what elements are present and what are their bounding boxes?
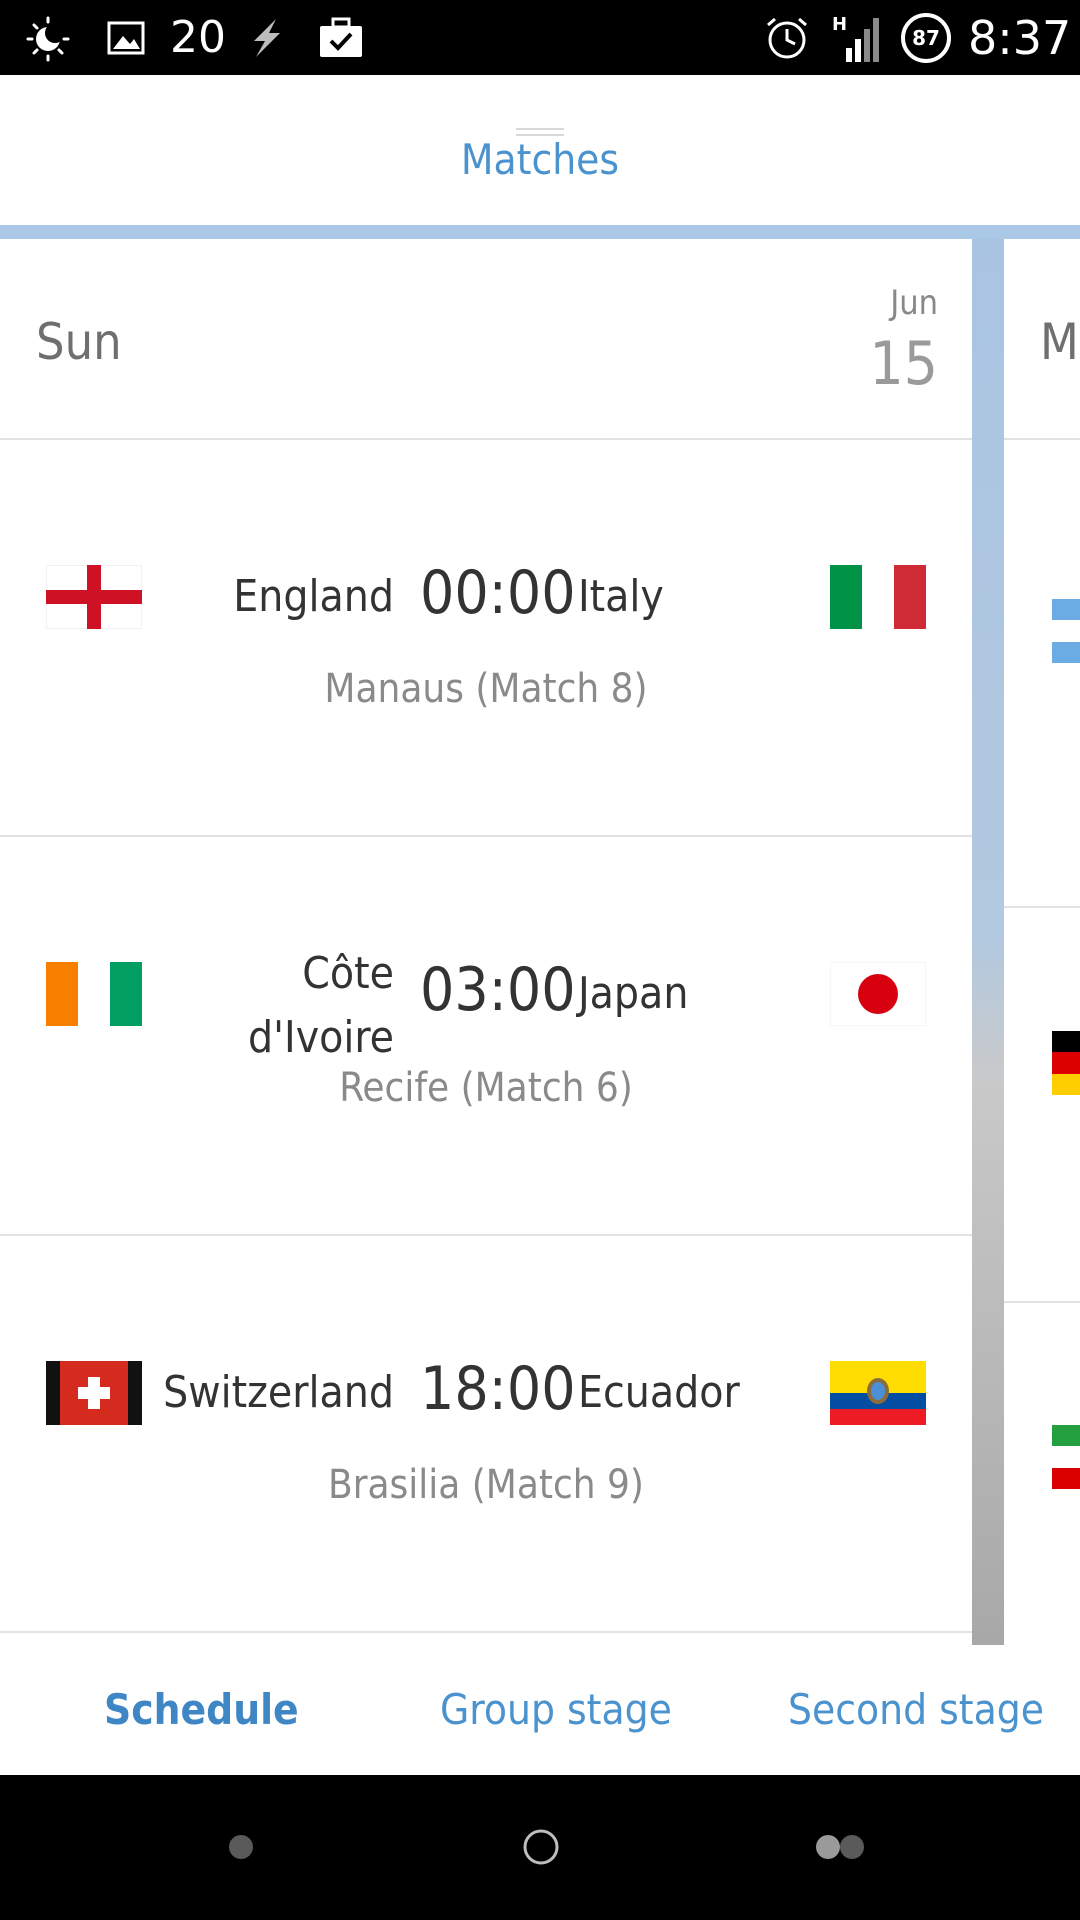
tab-group-stage[interactable]: Group stage: [440, 1685, 672, 1734]
italy-flag-icon: [830, 565, 926, 629]
page-title: Matches: [460, 135, 620, 184]
clock: 8:37: [968, 10, 1072, 65]
header-divider: [0, 225, 1080, 239]
tab-second-stage[interactable]: Second stage: [788, 1685, 1044, 1734]
home-button[interactable]: [516, 1822, 566, 1872]
kickoff-time: 03:00: [420, 955, 576, 1025]
away-team: Ecuador: [578, 1367, 740, 1418]
weather-icon: [24, 0, 76, 75]
away-team: Japan: [578, 968, 689, 1019]
navigation-bar: [0, 1775, 1080, 1920]
cote-divoire-flag-icon: [46, 962, 142, 1026]
match-venue: Brasilia (Match 9): [328, 1462, 644, 1508]
england-flag-icon: [46, 565, 142, 629]
bottom-tabs: Schedule Group stage Second stage: [0, 1645, 1080, 1775]
divider: [0, 1631, 972, 1633]
match-row[interactable]: Switzerland 18:00 Ecuador Brasilia (Matc…: [0, 1236, 972, 1631]
switzerland-flag-icon: [46, 1361, 142, 1425]
home-team-line: Côte: [302, 948, 394, 999]
briefcase-icon: [318, 0, 364, 75]
home-icon: [523, 1829, 559, 1865]
back-icon: [229, 1835, 253, 1859]
kickoff-time: 00:00: [420, 558, 576, 628]
notification-count: 20: [170, 12, 226, 63]
flag-icon: [1052, 1425, 1080, 1489]
day-date: 15: [869, 329, 938, 399]
ecuador-flag-icon: [830, 1361, 926, 1425]
home-team: Côte d'Ivoire: [248, 942, 394, 1070]
japan-flag-icon: [830, 962, 926, 1026]
match-row[interactable]: England 00:00 Italy Manaus (Match 8): [0, 440, 972, 835]
match-row[interactable]: Côte d'Ivoire 03:00 Japan Recife (Match …: [0, 837, 972, 1232]
signal-icon: H: [830, 0, 886, 75]
flag-icon: [1052, 599, 1080, 663]
page-scroll-indicator: [972, 239, 1004, 1645]
home-team-line: d'Ivoire: [248, 1012, 394, 1063]
day-month: Jun: [890, 283, 938, 323]
battery-level: 87: [912, 25, 940, 50]
next-day-weekday: Mo: [1040, 313, 1080, 371]
app-header: Matches: [0, 75, 1080, 225]
svg-text:H: H: [832, 14, 847, 35]
kickoff-time: 18:00: [420, 1354, 576, 1424]
alarm-icon: [762, 0, 812, 75]
next-day-card[interactable]: Mo: [1004, 239, 1080, 1639]
back-button[interactable]: [216, 1822, 266, 1872]
divider: [1004, 906, 1080, 908]
match-venue: Manaus (Match 8): [324, 666, 648, 712]
home-team: England: [233, 571, 394, 622]
tab-schedule[interactable]: Schedule: [104, 1685, 299, 1734]
recents-icon: [816, 1835, 864, 1859]
away-team: Italy: [578, 571, 664, 622]
flag-icon: [1052, 1031, 1080, 1095]
status-bar: 20 H 87 8:37: [0, 0, 1080, 75]
battery-icon: 87: [900, 0, 952, 75]
lightning-icon: [244, 0, 290, 75]
image-icon: [106, 0, 146, 75]
match-venue: Recife (Match 6): [339, 1065, 633, 1111]
day-weekday: Sun: [36, 313, 122, 371]
divider: [1004, 1301, 1080, 1303]
day-card: Sun Jun 15 England 00:00 Italy Manaus (M…: [0, 239, 972, 1639]
divider: [1004, 438, 1080, 440]
home-team: Switzerland: [163, 1367, 394, 1418]
recents-button[interactable]: [810, 1822, 870, 1872]
